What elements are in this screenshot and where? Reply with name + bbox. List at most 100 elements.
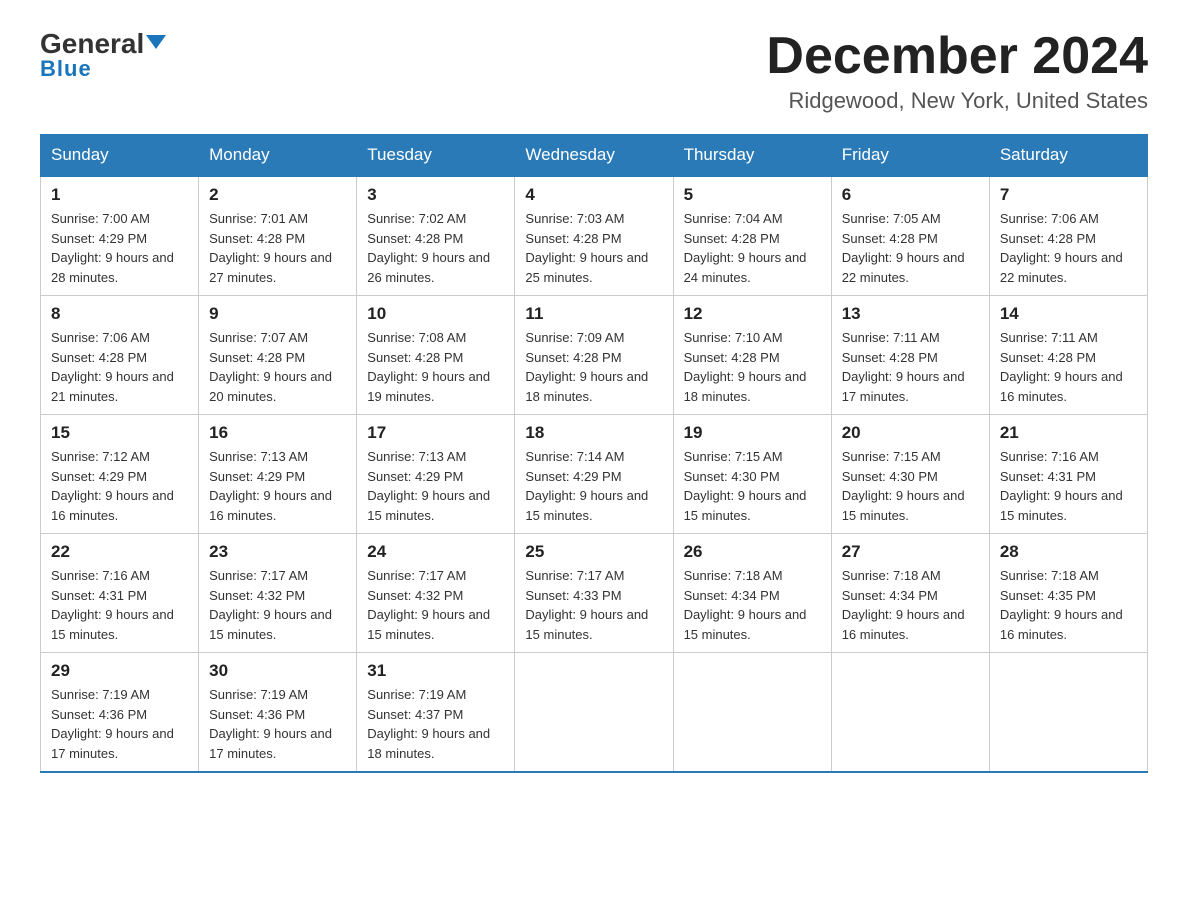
table-row: 17 Sunrise: 7:13 AMSunset: 4:29 PMDaylig… (357, 415, 515, 534)
day-number: 21 (1000, 423, 1137, 443)
day-info: Sunrise: 7:19 AMSunset: 4:36 PMDaylight:… (209, 687, 332, 761)
table-row (831, 653, 989, 773)
day-number: 6 (842, 185, 979, 205)
day-info: Sunrise: 7:10 AMSunset: 4:28 PMDaylight:… (684, 330, 807, 404)
logo-triangle-icon (146, 35, 166, 49)
day-number: 5 (684, 185, 821, 205)
table-row: 10 Sunrise: 7:08 AMSunset: 4:28 PMDaylig… (357, 296, 515, 415)
table-row: 19 Sunrise: 7:15 AMSunset: 4:30 PMDaylig… (673, 415, 831, 534)
day-number: 12 (684, 304, 821, 324)
calendar-table: Sunday Monday Tuesday Wednesday Thursday… (40, 134, 1148, 773)
day-number: 24 (367, 542, 504, 562)
day-info: Sunrise: 7:05 AMSunset: 4:28 PMDaylight:… (842, 211, 965, 285)
table-row: 22 Sunrise: 7:16 AMSunset: 4:31 PMDaylig… (41, 534, 199, 653)
day-number: 7 (1000, 185, 1137, 205)
day-number: 14 (1000, 304, 1137, 324)
day-number: 13 (842, 304, 979, 324)
col-friday: Friday (831, 135, 989, 177)
day-info: Sunrise: 7:19 AMSunset: 4:37 PMDaylight:… (367, 687, 490, 761)
table-row: 18 Sunrise: 7:14 AMSunset: 4:29 PMDaylig… (515, 415, 673, 534)
day-number: 23 (209, 542, 346, 562)
col-tuesday: Tuesday (357, 135, 515, 177)
col-sunday: Sunday (41, 135, 199, 177)
col-saturday: Saturday (989, 135, 1147, 177)
day-info: Sunrise: 7:17 AMSunset: 4:33 PMDaylight:… (525, 568, 648, 642)
day-number: 4 (525, 185, 662, 205)
day-number: 20 (842, 423, 979, 443)
day-number: 18 (525, 423, 662, 443)
day-info: Sunrise: 7:07 AMSunset: 4:28 PMDaylight:… (209, 330, 332, 404)
day-number: 1 (51, 185, 188, 205)
day-info: Sunrise: 7:03 AMSunset: 4:28 PMDaylight:… (525, 211, 648, 285)
calendar-week-row: 8 Sunrise: 7:06 AMSunset: 4:28 PMDayligh… (41, 296, 1148, 415)
day-number: 25 (525, 542, 662, 562)
table-row: 6 Sunrise: 7:05 AMSunset: 4:28 PMDayligh… (831, 176, 989, 296)
col-monday: Monday (199, 135, 357, 177)
day-info: Sunrise: 7:15 AMSunset: 4:30 PMDaylight:… (842, 449, 965, 523)
day-info: Sunrise: 7:13 AMSunset: 4:29 PMDaylight:… (209, 449, 332, 523)
calendar-header-row: Sunday Monday Tuesday Wednesday Thursday… (41, 135, 1148, 177)
day-number: 26 (684, 542, 821, 562)
table-row (515, 653, 673, 773)
table-row: 13 Sunrise: 7:11 AMSunset: 4:28 PMDaylig… (831, 296, 989, 415)
day-number: 29 (51, 661, 188, 681)
day-info: Sunrise: 7:06 AMSunset: 4:28 PMDaylight:… (51, 330, 174, 404)
day-info: Sunrise: 7:17 AMSunset: 4:32 PMDaylight:… (209, 568, 332, 642)
day-info: Sunrise: 7:04 AMSunset: 4:28 PMDaylight:… (684, 211, 807, 285)
day-number: 9 (209, 304, 346, 324)
calendar-week-row: 15 Sunrise: 7:12 AMSunset: 4:29 PMDaylig… (41, 415, 1148, 534)
day-info: Sunrise: 7:13 AMSunset: 4:29 PMDaylight:… (367, 449, 490, 523)
table-row: 24 Sunrise: 7:17 AMSunset: 4:32 PMDaylig… (357, 534, 515, 653)
day-info: Sunrise: 7:02 AMSunset: 4:28 PMDaylight:… (367, 211, 490, 285)
day-info: Sunrise: 7:18 AMSunset: 4:34 PMDaylight:… (842, 568, 965, 642)
table-row: 9 Sunrise: 7:07 AMSunset: 4:28 PMDayligh… (199, 296, 357, 415)
table-row: 12 Sunrise: 7:10 AMSunset: 4:28 PMDaylig… (673, 296, 831, 415)
table-row: 3 Sunrise: 7:02 AMSunset: 4:28 PMDayligh… (357, 176, 515, 296)
day-number: 31 (367, 661, 504, 681)
table-row: 7 Sunrise: 7:06 AMSunset: 4:28 PMDayligh… (989, 176, 1147, 296)
table-row: 4 Sunrise: 7:03 AMSunset: 4:28 PMDayligh… (515, 176, 673, 296)
day-number: 30 (209, 661, 346, 681)
day-info: Sunrise: 7:14 AMSunset: 4:29 PMDaylight:… (525, 449, 648, 523)
day-info: Sunrise: 7:00 AMSunset: 4:29 PMDaylight:… (51, 211, 174, 285)
table-row (989, 653, 1147, 773)
table-row: 29 Sunrise: 7:19 AMSunset: 4:36 PMDaylig… (41, 653, 199, 773)
day-number: 10 (367, 304, 504, 324)
day-info: Sunrise: 7:16 AMSunset: 4:31 PMDaylight:… (51, 568, 174, 642)
table-row: 14 Sunrise: 7:11 AMSunset: 4:28 PMDaylig… (989, 296, 1147, 415)
table-row: 23 Sunrise: 7:17 AMSunset: 4:32 PMDaylig… (199, 534, 357, 653)
day-info: Sunrise: 7:19 AMSunset: 4:36 PMDaylight:… (51, 687, 174, 761)
table-row: 20 Sunrise: 7:15 AMSunset: 4:30 PMDaylig… (831, 415, 989, 534)
day-number: 28 (1000, 542, 1137, 562)
day-number: 17 (367, 423, 504, 443)
day-info: Sunrise: 7:01 AMSunset: 4:28 PMDaylight:… (209, 211, 332, 285)
day-number: 8 (51, 304, 188, 324)
table-row: 27 Sunrise: 7:18 AMSunset: 4:34 PMDaylig… (831, 534, 989, 653)
table-row: 28 Sunrise: 7:18 AMSunset: 4:35 PMDaylig… (989, 534, 1147, 653)
table-row: 1 Sunrise: 7:00 AMSunset: 4:29 PMDayligh… (41, 176, 199, 296)
day-number: 22 (51, 542, 188, 562)
day-info: Sunrise: 7:17 AMSunset: 4:32 PMDaylight:… (367, 568, 490, 642)
table-row: 11 Sunrise: 7:09 AMSunset: 4:28 PMDaylig… (515, 296, 673, 415)
col-wednesday: Wednesday (515, 135, 673, 177)
col-thursday: Thursday (673, 135, 831, 177)
day-info: Sunrise: 7:08 AMSunset: 4:28 PMDaylight:… (367, 330, 490, 404)
day-info: Sunrise: 7:06 AMSunset: 4:28 PMDaylight:… (1000, 211, 1123, 285)
day-info: Sunrise: 7:16 AMSunset: 4:31 PMDaylight:… (1000, 449, 1123, 523)
day-info: Sunrise: 7:12 AMSunset: 4:29 PMDaylight:… (51, 449, 174, 523)
day-number: 15 (51, 423, 188, 443)
month-title: December 2024 (766, 30, 1148, 82)
day-info: Sunrise: 7:15 AMSunset: 4:30 PMDaylight:… (684, 449, 807, 523)
day-number: 2 (209, 185, 346, 205)
table-row: 21 Sunrise: 7:16 AMSunset: 4:31 PMDaylig… (989, 415, 1147, 534)
day-number: 3 (367, 185, 504, 205)
day-info: Sunrise: 7:18 AMSunset: 4:34 PMDaylight:… (684, 568, 807, 642)
table-row: 2 Sunrise: 7:01 AMSunset: 4:28 PMDayligh… (199, 176, 357, 296)
table-row: 25 Sunrise: 7:17 AMSunset: 4:33 PMDaylig… (515, 534, 673, 653)
day-info: Sunrise: 7:18 AMSunset: 4:35 PMDaylight:… (1000, 568, 1123, 642)
table-row: 30 Sunrise: 7:19 AMSunset: 4:36 PMDaylig… (199, 653, 357, 773)
title-block: December 2024 Ridgewood, New York, Unite… (766, 30, 1148, 114)
logo-blue: Blue (40, 56, 92, 82)
day-number: 16 (209, 423, 346, 443)
logo-general: General (40, 30, 166, 58)
